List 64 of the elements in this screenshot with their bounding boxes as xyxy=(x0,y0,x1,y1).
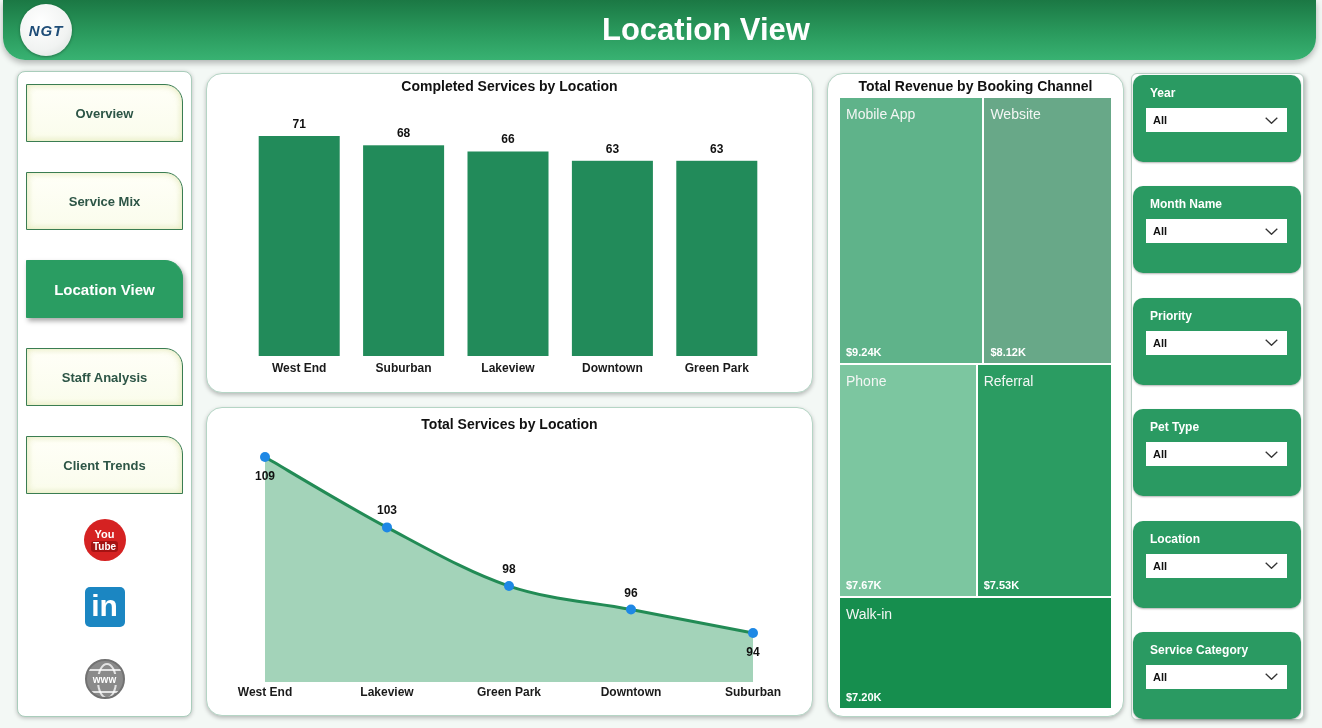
chart-title: Total Revenue by Booking Channel xyxy=(857,77,1094,96)
dropdown-field[interactable]: All xyxy=(1146,553,1287,578)
data-point xyxy=(504,581,514,592)
axis-label: Lakeview xyxy=(481,361,535,375)
chevron-down-icon xyxy=(1265,562,1278,570)
chevron-down-icon xyxy=(1265,227,1278,235)
data-point xyxy=(626,604,636,615)
data-label: 63 xyxy=(605,141,620,156)
chevron-down-icon xyxy=(1265,116,1278,124)
tile-value: $7.67K xyxy=(846,578,883,593)
tile-label: Phone xyxy=(846,371,888,390)
data-label: 103 xyxy=(377,503,397,518)
chevron-down-icon xyxy=(1265,673,1278,681)
page-title: Location View xyxy=(602,11,810,49)
chevron-down-icon xyxy=(1265,339,1278,347)
axis-label: Suburban xyxy=(375,361,432,375)
youtube-link[interactable]: You Tube xyxy=(83,519,126,561)
filter-label: Month Name xyxy=(1149,196,1223,213)
axis-label: Downtown xyxy=(600,685,662,699)
data-label: 98 xyxy=(502,562,516,577)
dropdown-field[interactable]: All xyxy=(1146,219,1287,244)
tile-label: Website xyxy=(990,105,1042,123)
data-label: 109 xyxy=(255,469,275,483)
nav-button[interactable]: Service Mix xyxy=(26,172,183,230)
tile-value: $7.53K xyxy=(983,578,1021,593)
nav-button[interactable]: Staff Analysis xyxy=(26,348,183,406)
axis-label: Green Park xyxy=(684,361,749,375)
axis-label: Lakeview xyxy=(360,685,414,699)
filter-label: Pet Type xyxy=(1149,419,1201,436)
dropdown-field[interactable]: All xyxy=(1146,442,1287,467)
tile-value: $8.12K xyxy=(990,344,1027,359)
data-label: 94 xyxy=(746,645,760,659)
axis-label: Downtown xyxy=(582,361,643,375)
tile-label: Referral xyxy=(983,371,1035,390)
tile-value: $7.20K xyxy=(846,690,883,704)
data-label: 66 xyxy=(501,132,515,147)
linkedin-link[interactable]: in xyxy=(84,587,125,627)
chart-title: Total Services by Location xyxy=(421,415,598,434)
data-point xyxy=(382,522,392,533)
tile-label: Walk-in xyxy=(846,605,894,624)
axis-label: West End xyxy=(237,685,293,699)
axis-label: Suburban xyxy=(725,685,781,699)
tile-label: Mobile App xyxy=(846,105,917,123)
filter-label: Service Category xyxy=(1149,641,1250,658)
tile-value: $9.24K xyxy=(846,344,883,359)
chevron-down-icon xyxy=(1265,450,1278,458)
data-point xyxy=(260,452,270,462)
data-label: 68 xyxy=(396,126,411,141)
filter-label: Priority xyxy=(1149,307,1193,324)
dropdown-field[interactable]: All xyxy=(1146,664,1287,689)
dropdown-field[interactable]: All xyxy=(1146,108,1287,132)
data-label: 96 xyxy=(624,585,638,600)
nav-button[interactable]: Client Trends xyxy=(26,436,183,494)
dropdown-field[interactable]: All xyxy=(1146,330,1287,355)
filter-label: Location xyxy=(1149,530,1201,547)
filter-label: Year xyxy=(1149,85,1177,101)
nav-button[interactable]: Overview xyxy=(26,84,183,142)
data-label: 71 xyxy=(292,117,306,131)
logo-text: NGT xyxy=(28,21,64,39)
data-label: 63 xyxy=(710,141,724,156)
axis-label: Green Park xyxy=(477,685,541,699)
data-point xyxy=(748,628,758,638)
axis-label: West End xyxy=(271,361,327,375)
chart-title: Completed Services by Location xyxy=(401,77,618,96)
